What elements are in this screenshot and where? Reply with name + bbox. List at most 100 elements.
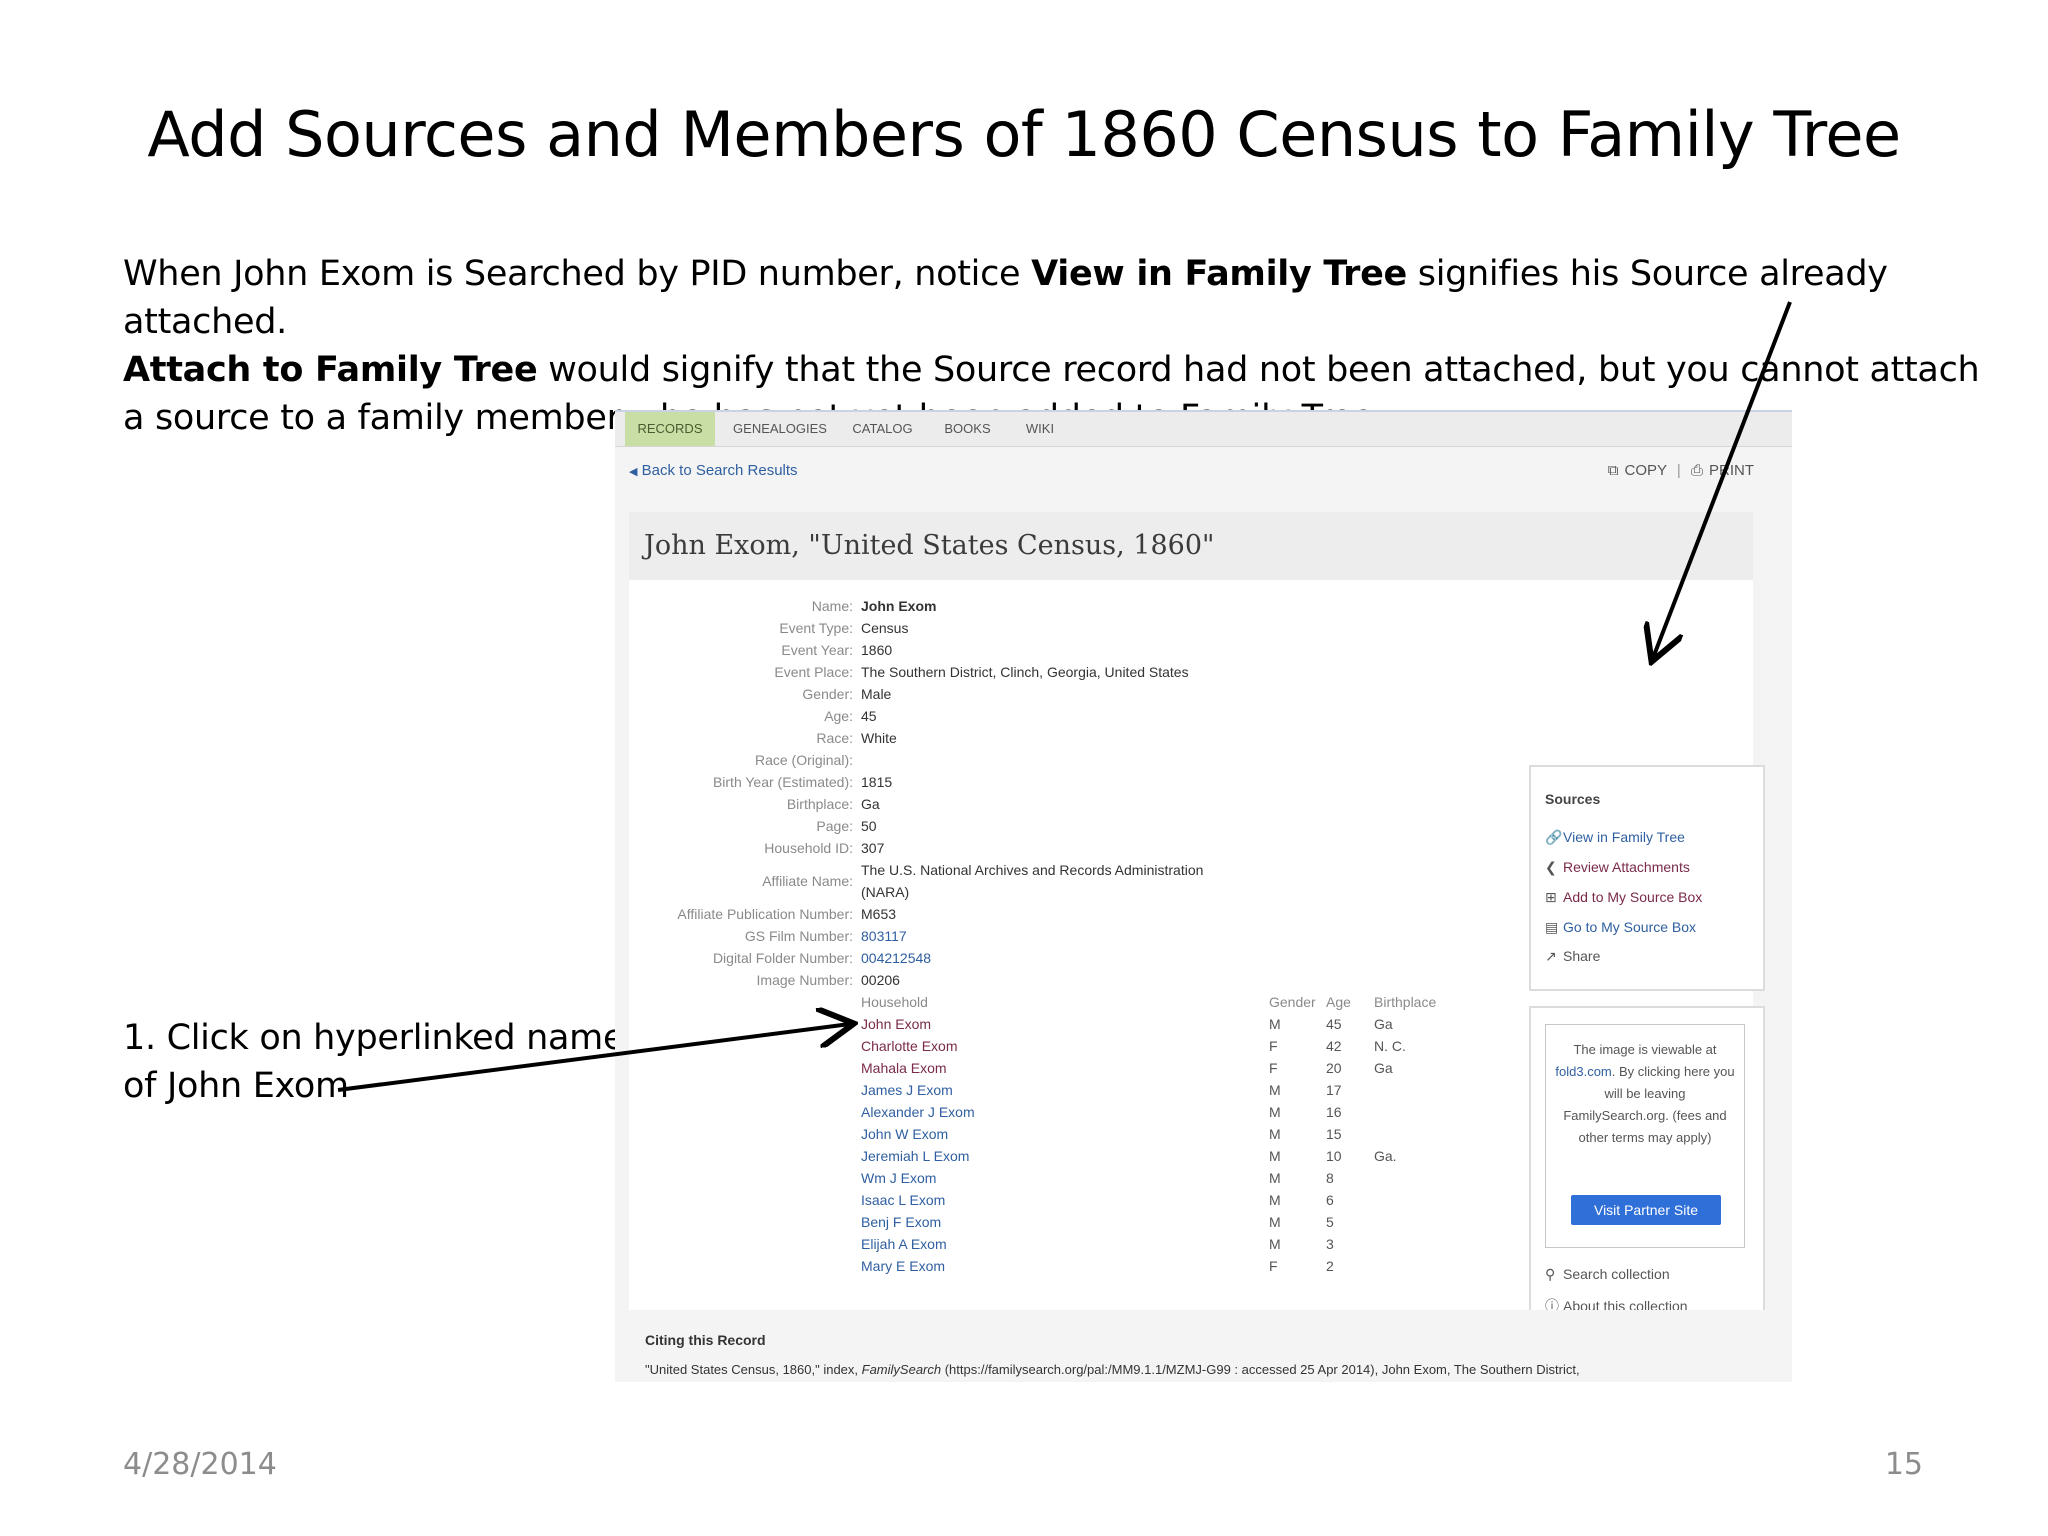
- member-age: 16: [1326, 1104, 1342, 1120]
- field-value: Census: [861, 620, 909, 636]
- review-attachments-link[interactable]: ❮ Review Attachments: [1545, 859, 1690, 876]
- page-number: 15: [1884, 1447, 1923, 1482]
- household-member-link[interactable]: Alexander J Exom: [861, 1104, 975, 1120]
- partner-text-part: The image is viewable at: [1573, 1042, 1717, 1057]
- field-value: White: [861, 730, 897, 746]
- field-value: 00206: [861, 972, 900, 988]
- tab-books[interactable]: BOOKS: [930, 412, 1005, 446]
- partner-text: The image is viewable at fold3.com. By c…: [1552, 1039, 1738, 1149]
- citation-part: "United States Census, 1860," index,: [645, 1362, 862, 1377]
- citation-italic: FamilySearch: [861, 1362, 942, 1377]
- household-member-link[interactable]: Isaac L Exom: [861, 1192, 945, 1208]
- member-gender: F: [1269, 1060, 1278, 1076]
- member-gender: M: [1269, 1016, 1281, 1032]
- member-gender: M: [1269, 1236, 1281, 1252]
- tab-wiki[interactable]: WIKI: [1010, 412, 1070, 446]
- household-member-link[interactable]: James J Exom: [861, 1082, 953, 1098]
- field-value-link[interactable]: 803117: [861, 928, 907, 944]
- sources-box: Sources 🔗View in Family Tree ❮ Review Att…: [1529, 765, 1765, 991]
- member-gender: M: [1269, 1104, 1281, 1120]
- record-fields: Name: Event Type: Event Year: Event Place: G…: [629, 580, 853, 1140]
- share-link[interactable]: ↗ Share: [1545, 948, 1600, 965]
- household-member-link[interactable]: Benj F Exom: [861, 1214, 941, 1230]
- top-nav-tabs: RECORDS GENEALOGIES CATALOG BOOKS WIKI: [615, 412, 1792, 447]
- tab-catalog[interactable]: CATALOG: [840, 412, 925, 446]
- household-member-link[interactable]: Charlotte Exom: [861, 1038, 957, 1054]
- field-value: M653: [861, 906, 897, 922]
- view-in-tree-label: View in Family Tree: [1563, 829, 1685, 845]
- member-birthplace: Ga: [1374, 1016, 1393, 1032]
- search-collection-link[interactable]: ⚲ Search collection: [1545, 1266, 1670, 1283]
- footer-date: 4/28/2014: [123, 1447, 277, 1482]
- field-value: Ga: [861, 796, 880, 812]
- slide-title: Add Sources and Members of 1860 Census t…: [147, 98, 1901, 171]
- field-label: Gender:: [802, 686, 853, 702]
- print-button[interactable]: PRINT: [1709, 462, 1754, 479]
- copy-button[interactable]: COPY: [1624, 462, 1666, 479]
- member-age: 15: [1326, 1126, 1342, 1142]
- field-value-link[interactable]: 004212548: [861, 950, 931, 966]
- household-member-link[interactable]: John Exom: [861, 1016, 931, 1032]
- citation-section: Citing this Record "United States Census…: [615, 1310, 1792, 1382]
- field-label: Affiliate Name:: [762, 873, 853, 889]
- archive-box-icon: ▤: [1545, 919, 1559, 935]
- member-gender: M: [1269, 1082, 1281, 1098]
- go-source-box-link[interactable]: ▤ Go to My Source Box: [1545, 919, 1696, 936]
- sources-title: Sources: [1545, 791, 1601, 807]
- field-label: Affiliate Publication Number:: [677, 906, 853, 922]
- view-in-family-tree-link[interactable]: 🔗View in Family Tree: [1545, 829, 1685, 846]
- household-member-link[interactable]: Mary E Exom: [861, 1258, 945, 1274]
- review-attachments-label: Review Attachments: [1563, 859, 1690, 875]
- field-label: GS Film Number:: [744, 928, 853, 944]
- record-screenshot: RECORDS GENEALOGIES CATALOG BOOKS WIKI ◀…: [615, 410, 1792, 1382]
- member-age: 6: [1326, 1192, 1334, 1208]
- member-birthplace: N. C.: [1374, 1038, 1406, 1054]
- member-gender: F: [1269, 1258, 1278, 1274]
- back-to-results-link[interactable]: ◀ Back to Search Results: [629, 462, 798, 479]
- citation-text: "United States Census, 1860," index, Fam…: [645, 1362, 1580, 1377]
- household-member-link[interactable]: John W Exom: [861, 1126, 948, 1142]
- field-value: 50: [861, 818, 877, 834]
- field-value: 45: [861, 708, 877, 724]
- household-header: Household: [861, 994, 928, 1010]
- field-label: Page:: [816, 818, 853, 834]
- partner-notice: The image is viewable at fold3.com. By c…: [1545, 1024, 1745, 1248]
- visit-partner-site-button[interactable]: Visit Partner Site: [1571, 1195, 1721, 1225]
- household-member-link[interactable]: Wm J Exom: [861, 1170, 936, 1186]
- member-birthplace: Ga.: [1374, 1148, 1397, 1164]
- search-collection-label: Search collection: [1563, 1266, 1670, 1282]
- print-icon: ⎙: [1690, 462, 1703, 479]
- field-label: Race (Original):: [754, 752, 853, 768]
- step-note: 1. Click on hyperlinked name of John Exo…: [123, 1014, 624, 1110]
- member-gender: M: [1269, 1214, 1281, 1230]
- caret-left-icon: ◀: [629, 466, 638, 478]
- record-title: John Exom, "United States Census, 1860": [644, 530, 1215, 561]
- household-member-link[interactable]: Jeremiah L Exom: [861, 1148, 969, 1164]
- field-label: Name:: [811, 598, 853, 614]
- divider: |: [1676, 462, 1681, 479]
- field-value: 1860: [861, 642, 893, 658]
- member-age: 3: [1326, 1236, 1334, 1252]
- tab-genealogies[interactable]: GENEALOGIES: [725, 412, 835, 446]
- add-source-box-link[interactable]: ⊞ Add to My Source Box: [1545, 889, 1702, 906]
- field-value: John Exom: [861, 598, 937, 614]
- copy-icon: ⧉: [1607, 462, 1619, 479]
- member-birthplace: Ga: [1374, 1060, 1393, 1076]
- member-age: 42: [1326, 1038, 1342, 1054]
- member-age: 20: [1326, 1060, 1342, 1076]
- fold3-link[interactable]: fold3.com: [1555, 1064, 1611, 1079]
- household-member-link[interactable]: Elijah A Exom: [861, 1236, 947, 1252]
- member-gender: M: [1269, 1170, 1281, 1186]
- step-note-line: 1. Click on hyperlinked name: [123, 1018, 625, 1058]
- age-header: Age: [1326, 994, 1351, 1010]
- intro-bold-attach: Attach to Family Tree: [123, 350, 538, 390]
- plus-box-icon: ⊞: [1545, 889, 1557, 905]
- back-link-label: Back to Search Results: [641, 462, 798, 479]
- household-member-link[interactable]: Mahala Exom: [861, 1060, 947, 1076]
- member-gender: M: [1269, 1192, 1281, 1208]
- tab-records[interactable]: RECORDS: [625, 412, 715, 446]
- member-age: 2: [1326, 1258, 1334, 1274]
- field-label: Digital Folder Number:: [712, 950, 853, 966]
- record-title-bar: John Exom, "United States Census, 1860": [629, 512, 1753, 580]
- share-label: Share: [1563, 948, 1601, 964]
